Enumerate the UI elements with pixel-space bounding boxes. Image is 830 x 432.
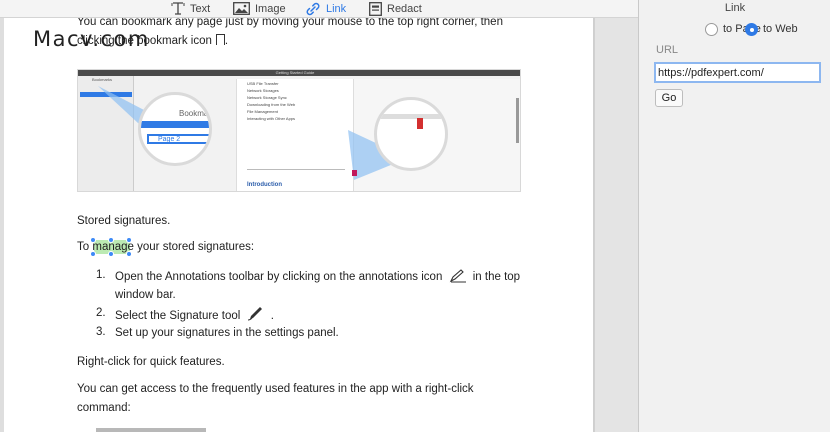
redact-tool-button[interactable]: Redact xyxy=(369,1,422,16)
manage-line: To manage your stored signatures: xyxy=(77,240,254,254)
magnifier-lens-left: Bookmark Page 2 xyxy=(138,92,212,166)
edit-toolbar: Text Image Link Redact xyxy=(0,0,638,18)
heading-right-click: Right-click for quick features. xyxy=(77,356,225,368)
step-1-continuation: window bar. xyxy=(115,289,176,301)
redact-icon xyxy=(369,1,382,16)
embedded-screenshot: Bookmarks Getting Started Guide USB File… xyxy=(77,69,521,192)
lens-top-bar xyxy=(377,114,445,119)
para-line-1: You can get access to the frequently use… xyxy=(77,383,474,395)
image-tool-label: Image xyxy=(255,2,286,15)
lens-bookmark-label: Bookmark xyxy=(179,109,212,118)
watermark-text: Macv.com xyxy=(33,27,150,51)
bookmark-icon xyxy=(215,34,225,46)
radio-to-page[interactable] xyxy=(705,23,718,36)
image-icon xyxy=(233,2,250,15)
step-1-line: Open the Annotations toolbar by clicking… xyxy=(115,269,520,284)
para-line-2: command: xyxy=(77,402,131,414)
link-icon xyxy=(306,2,320,15)
step-2-line: Select the Signature tool . xyxy=(115,307,274,323)
link-tool-button[interactable]: Link xyxy=(305,1,346,16)
link-settings-panel: Link to Page to Web URL Go xyxy=(638,0,830,432)
document-area: You can bookmark any page just by moving… xyxy=(0,18,638,432)
lens-bookmark-ribbon-icon xyxy=(417,118,423,129)
panel-title: Link xyxy=(724,2,746,14)
magnifier-lens-right xyxy=(374,97,448,171)
page-gutter xyxy=(594,18,638,432)
step-1-text-end: in the top xyxy=(472,271,521,283)
step-number: 2. xyxy=(96,307,106,319)
text-tool-button[interactable]: Text xyxy=(171,1,210,16)
text-cursor-icon xyxy=(171,2,185,15)
link-tool-label: Link xyxy=(326,2,347,15)
step-number: 1. xyxy=(96,269,106,281)
manage-suffix: your stored signatures: xyxy=(137,241,255,253)
radio-to-web[interactable] xyxy=(745,23,758,36)
step-2-text-end: . xyxy=(270,310,274,322)
lens-page-item: Page 2 xyxy=(147,134,209,144)
heading-stored-signatures: Stored signatures. xyxy=(77,215,171,227)
doc-line-2-end: . xyxy=(224,35,229,47)
redact-tool-label: Redact xyxy=(387,2,422,15)
step-number: 3. xyxy=(96,326,106,338)
step-1-text: Open the Annotations toolbar by clicking… xyxy=(115,271,443,283)
lens-bar xyxy=(141,121,209,128)
manage-prefix: To xyxy=(77,241,90,253)
step-2-text: Select the Signature tool xyxy=(115,310,241,322)
text-tool-label: Text xyxy=(190,2,211,15)
annotations-pen-icon xyxy=(449,269,466,283)
image-tool-button[interactable]: Image xyxy=(233,1,286,16)
url-label: URL xyxy=(656,44,679,56)
embedded-scrollbar xyxy=(516,98,519,143)
go-button[interactable]: Go xyxy=(655,89,683,107)
radio-to-web-label[interactable]: to Web xyxy=(763,23,798,35)
step-3-line: Set up your signatures in the settings p… xyxy=(115,327,339,339)
manage-selected-word[interactable]: manage xyxy=(92,241,134,253)
pdf-page[interactable]: You can bookmark any page just by moving… xyxy=(4,18,594,432)
next-list-item-partial xyxy=(96,428,206,432)
signature-pen-icon xyxy=(247,307,262,321)
url-input[interactable] xyxy=(654,62,821,83)
